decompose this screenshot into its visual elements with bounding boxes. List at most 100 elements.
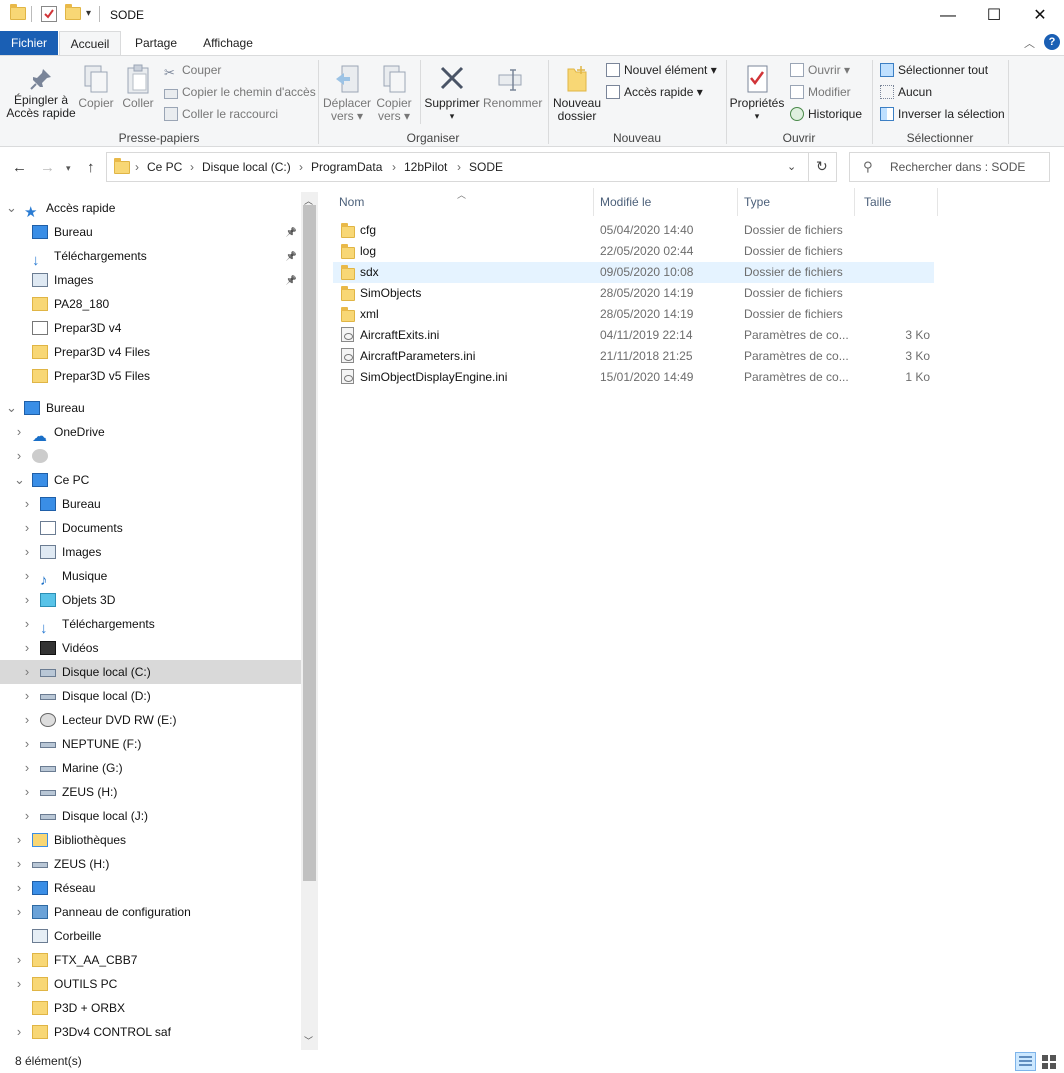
breadcrumb-separator[interactable]: › (392, 160, 396, 174)
chevron-right-icon[interactable]: › (22, 612, 32, 636)
chevron-down-icon[interactable]: ⌄ (6, 396, 17, 420)
nav-item-p3d-orbx[interactable]: P3D + ORBX (0, 996, 301, 1020)
nav-item-pa28-180[interactable]: PA28_180 (0, 292, 301, 316)
recent-locations-icon[interactable]: ▾ (66, 163, 71, 174)
nav-scrollbar-thumb[interactable] (303, 205, 316, 881)
nav-item-images[interactable]: Images 📌 (0, 268, 301, 292)
paste-shortcut-button[interactable]: Coller le raccourci (164, 104, 278, 124)
edit-button[interactable]: Modifier (790, 82, 851, 102)
breadcrumb-separator[interactable]: › (457, 160, 461, 174)
nav-item-r-seau[interactable]: › Réseau (0, 876, 301, 900)
breadcrumb-separator[interactable]: › (135, 160, 139, 174)
move-to-button[interactable]: Déplacer vers ▾ (322, 63, 372, 123)
properties-icon[interactable] (41, 6, 57, 22)
chevron-right-icon[interactable]: › (14, 420, 24, 444)
copy-button[interactable]: Copier (76, 63, 116, 110)
cut-button[interactable]: ✂ Couper (164, 60, 221, 80)
chevron-right-icon[interactable]: › (14, 876, 24, 900)
up-arrow-icon[interactable]: ↑ (87, 159, 95, 176)
breadcrumb-sode[interactable]: SODE (469, 160, 503, 174)
chevron-right-icon[interactable]: › (14, 1020, 24, 1044)
chevron-right-icon[interactable]: › (22, 732, 32, 756)
details-view-icon[interactable] (1015, 1052, 1036, 1071)
select-all-button[interactable]: Sélectionner tout (880, 60, 988, 80)
nav-item-outils-pc[interactable]: › OUTILS PC (0, 972, 301, 996)
nav-item-disque-local-j[interactable]: › Disque local (J:) (0, 804, 301, 828)
invert-selection-button[interactable]: Inverser la sélection (880, 104, 1005, 124)
nav-item-bureau[interactable]: ⌄ Bureau (0, 396, 301, 420)
column-type[interactable]: Type (735, 188, 855, 216)
column-size[interactable]: Taille (855, 188, 938, 216)
nav-item-objets-3d[interactable]: › Objets 3D (0, 588, 301, 612)
nav-item-onedrive[interactable]: › ☁ OneDrive (0, 420, 301, 444)
breadcrumb-ce-pc[interactable]: Ce PC (147, 160, 182, 174)
tab-partage[interactable]: Partage (126, 31, 186, 55)
nav-item-corbeille[interactable]: Corbeille (0, 924, 301, 948)
nav-item-vid-os[interactable]: › Vidéos (0, 636, 301, 660)
chevron-right-icon[interactable]: › (14, 900, 24, 924)
search-input[interactable]: Rechercher dans : SODE (890, 160, 1025, 174)
file-row[interactable]: AircraftParameters.ini 21/11/2018 21:25 Pa… (333, 346, 934, 367)
nav-item-ce-pc[interactable]: ⌄ Ce PC (0, 468, 301, 492)
tab-accueil[interactable]: Accueil (59, 31, 121, 56)
history-button[interactable]: Historique (790, 104, 862, 124)
breadcrumb-separator[interactable]: › (299, 160, 303, 174)
breadcrumb-disque-c[interactable]: Disque local (C:) (202, 160, 291, 174)
nav-item-prepar3d-v4-files[interactable]: Prepar3D v4 Files (0, 340, 301, 364)
nav-item-images[interactable]: › Images (0, 540, 301, 564)
tab-affichage[interactable]: Affichage (192, 31, 264, 55)
address-bar[interactable]: › Ce PC › Disque local (C:) › ProgramDat… (106, 152, 837, 182)
nav-item-zeus-h[interactable]: › ZEUS (H:) (0, 852, 301, 876)
file-row[interactable]: SimObjects 28/05/2020 14:19 Dossier de fic… (333, 283, 934, 304)
chevron-right-icon[interactable]: › (14, 828, 24, 852)
nav-item-p3dv4-control-saf[interactable]: › P3Dv4 CONTROL saf (0, 1020, 301, 1044)
refresh-icon[interactable]: ↻ (816, 158, 828, 175)
nav-item-account[interactable]: › (0, 444, 301, 468)
nav-item-documents[interactable]: › Documents (0, 516, 301, 540)
properties-button[interactable]: Propriétés ▾ (729, 63, 785, 123)
nav-item-t-l-chargements[interactable]: › ↓ Téléchargements (0, 612, 301, 636)
select-none-button[interactable]: Aucun (880, 82, 932, 102)
chevron-right-icon[interactable]: › (14, 972, 24, 996)
nav-item-disque-local-d[interactable]: › Disque local (D:) (0, 684, 301, 708)
nav-item-disque-local-c[interactable]: › Disque local (C:) (0, 660, 301, 684)
new-item-button[interactable]: Nouvel élément ▾ (606, 60, 717, 80)
chevron-right-icon[interactable]: › (22, 804, 32, 828)
chevron-right-icon[interactable]: › (22, 540, 32, 564)
chevron-right-icon[interactable]: › (22, 636, 32, 660)
collapse-ribbon-icon[interactable]: ︿ (1024, 35, 1035, 51)
maximize-button[interactable]: ☐ (971, 0, 1017, 31)
file-row[interactable]: log 22/05/2020 02:44 Dossier de fichiers (333, 241, 934, 262)
new-folder-icon[interactable] (65, 4, 81, 23)
chevron-right-icon[interactable]: › (22, 492, 32, 516)
breadcrumb-12bpilot[interactable]: 12bPilot (404, 160, 447, 174)
breadcrumb-separator[interactable]: › (190, 160, 194, 174)
back-arrow-icon[interactable]: ← (12, 159, 27, 176)
chevron-right-icon[interactable]: › (22, 564, 32, 588)
chevron-down-icon[interactable]: ⌄ (787, 160, 796, 173)
large-icons-view-icon[interactable] (1041, 1054, 1057, 1070)
easy-access-button[interactable]: Accès rapide ▾ (606, 82, 703, 102)
scroll-down-icon[interactable]: ﹀ (304, 1034, 313, 1047)
chevron-right-icon[interactable]: › (22, 780, 32, 804)
tab-fichier[interactable]: Fichier (0, 31, 58, 55)
paste-button[interactable]: Coller (118, 63, 158, 110)
nav-item-prepar3d-v5-files[interactable]: Prepar3D v5 Files (0, 364, 301, 388)
chevron-right-icon[interactable]: › (22, 708, 32, 732)
nav-item-t-l-chargements[interactable]: ↓ Téléchargements 📌 (0, 244, 301, 268)
chevron-right-icon[interactable]: › (22, 660, 32, 684)
close-button[interactable]: ✕ (1017, 0, 1063, 31)
open-button[interactable]: Ouvrir ▾ (790, 60, 850, 80)
chevron-right-icon[interactable]: › (14, 852, 24, 876)
search-box[interactable]: ⚲ Rechercher dans : SODE (849, 152, 1050, 182)
chevron-down-icon[interactable]: ⌄ (6, 196, 17, 220)
customize-toolbar-icon[interactable]: ▾ (86, 8, 91, 19)
copy-path-button[interactable]: Copier le chemin d'accès (164, 82, 316, 102)
rename-button[interactable]: Renommer (483, 63, 542, 110)
nav-item-neptune-f[interactable]: › NEPTUNE (F:) (0, 732, 301, 756)
breadcrumb-programdata[interactable]: ProgramData (311, 160, 382, 174)
file-row[interactable]: xml 28/05/2020 14:19 Dossier de fichiers (333, 304, 934, 325)
chevron-right-icon[interactable]: › (22, 684, 32, 708)
chevron-down-icon[interactable]: ⌄ (14, 468, 25, 492)
help-icon[interactable]: ? (1044, 34, 1060, 50)
